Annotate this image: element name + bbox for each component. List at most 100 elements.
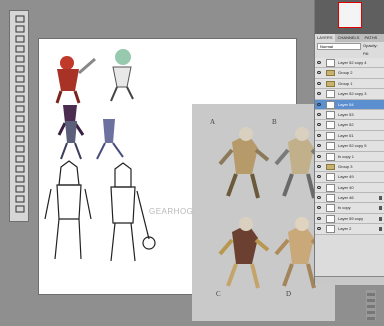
variant-label-d: D: [286, 290, 292, 298]
visibility-eye-icon[interactable]: [317, 175, 321, 179]
tab-layers[interactable]: LAYERS: [315, 34, 335, 42]
layers-panel: LAYERS CHANNELS PATHS Normal Opacity: Fi…: [314, 0, 384, 285]
stamp-icon[interactable]: [14, 95, 26, 103]
heal-icon[interactable]: [14, 75, 26, 83]
navigator-thumbnail[interactable]: [338, 2, 362, 28]
layer-thumbnail: [326, 183, 335, 192]
visibility-eye-icon[interactable]: [317, 71, 321, 75]
visibility-eye-icon[interactable]: [317, 206, 321, 210]
layer-thumbnail: [326, 204, 335, 213]
visibility-eye-icon[interactable]: [317, 164, 321, 168]
variant-label-a: A: [210, 118, 216, 126]
gradient-icon[interactable]: [14, 125, 26, 133]
visibility-eye-icon[interactable]: [317, 92, 321, 96]
visibility-eye-icon[interactable]: [317, 144, 321, 148]
layer-thumbnail: [326, 142, 335, 151]
layer-row[interactable]: Layer 2: [315, 224, 384, 235]
layer-name: Layer 52 copy 3: [338, 91, 367, 97]
watermark-text: GEARHOG: [149, 207, 194, 216]
layer-thumbnail: [326, 214, 335, 223]
opacity-label: Opacity:: [363, 43, 378, 48]
layer-row[interactable]: Layer 53: [315, 109, 384, 121]
visibility-eye-icon[interactable]: [317, 81, 321, 85]
pen-icon[interactable]: [14, 155, 26, 163]
layer-row[interactable]: fx copy: [315, 203, 384, 214]
layer-row[interactable]: Layer 52: [315, 120, 384, 131]
document-canvas[interactable]: A B C D GEARHOG: [38, 38, 335, 321]
brush-icon[interactable]: [14, 85, 26, 93]
hand-icon[interactable]: [14, 195, 26, 203]
layer-row[interactable]: Layer 40: [315, 182, 384, 194]
layer-row[interactable]: Layer 52 copy 3: [315, 89, 384, 100]
layer-name: Layer 46: [338, 195, 354, 201]
move-icon[interactable]: [14, 15, 26, 23]
layer-list: Layer 52 copy 4 Group 2 Group 1 Layer 52 co…: [315, 58, 384, 235]
layer-name: Layer 53: [338, 111, 354, 117]
dodge-icon[interactable]: [14, 145, 26, 153]
layer-thumbnail: [326, 131, 335, 140]
layer-name: fx copy: [338, 205, 351, 211]
layer-name: Layer 59 copy: [338, 215, 364, 221]
eyedropper-icon[interactable]: [14, 65, 26, 73]
visibility-eye-icon[interactable]: [317, 216, 321, 220]
shape-icon[interactable]: [14, 185, 26, 193]
layer-row[interactable]: Layer 52 copy 5: [315, 141, 384, 152]
layer-name: Group 3: [338, 163, 353, 169]
layer-thumbnail: [326, 100, 335, 109]
eraser-icon[interactable]: [14, 115, 26, 123]
lock-icon: [379, 196, 382, 201]
quick-select-icon[interactable]: [14, 45, 26, 53]
layer-row[interactable]: Group 2: [315, 68, 384, 79]
visibility-eye-icon[interactable]: [317, 185, 321, 189]
layer-row[interactable]: Layer 52 copy 4: [315, 58, 384, 69]
layer-name: Group 1: [338, 80, 353, 86]
layer-name: Layer 51: [338, 132, 354, 138]
layer-row[interactable]: Layer 54: [315, 99, 384, 110]
blur-icon[interactable]: [14, 135, 26, 143]
lock-icon: [379, 216, 382, 221]
zoom-icon[interactable]: [14, 205, 26, 213]
layer-name: Layer 54: [338, 101, 354, 107]
visibility-eye-icon[interactable]: [317, 123, 321, 127]
lock-icon: [379, 227, 382, 232]
path-select-icon[interactable]: [14, 175, 26, 183]
visibility-eye-icon[interactable]: [317, 133, 321, 137]
visibility-eye-icon[interactable]: [317, 112, 321, 116]
layer-row[interactable]: Layer 51: [315, 130, 384, 142]
lineart-front: [44, 160, 92, 260]
layer-row[interactable]: Group 3: [315, 161, 384, 173]
folder-icon: [326, 163, 335, 170]
layer-row[interactable]: Layer 59 copy: [315, 213, 384, 225]
marquee-icon[interactable]: [14, 25, 26, 33]
layer-row[interactable]: Group 1: [315, 78, 384, 90]
layer-row[interactable]: fx copy 1: [315, 151, 384, 162]
lasso-icon[interactable]: [14, 35, 26, 43]
layer-row[interactable]: Layer 46: [315, 193, 384, 204]
crop-icon[interactable]: [14, 55, 26, 63]
folder-icon: [326, 80, 335, 87]
visibility-eye-icon[interactable]: [317, 196, 321, 200]
variant-label-b: B: [272, 118, 277, 126]
variant-label-c: C: [216, 290, 221, 298]
folder-icon: [326, 70, 335, 77]
history-brush-icon[interactable]: [14, 105, 26, 113]
tab-channels[interactable]: CHANNELS: [336, 34, 362, 42]
layer-row[interactable]: Layer 49: [315, 172, 384, 183]
navigator-panel: [315, 0, 384, 34]
white-warrior-sketch: [110, 49, 134, 102]
visibility-eye-icon[interactable]: [317, 154, 321, 158]
tools-panel: [9, 10, 29, 222]
layers-footer: [315, 276, 384, 285]
visibility-eye-icon[interactable]: [317, 61, 321, 64]
layer-thumbnail: [326, 173, 335, 182]
tab-paths[interactable]: PATHS: [363, 34, 380, 42]
layer-name: Group 2: [338, 70, 353, 76]
layer-thumbnail: [326, 225, 335, 234]
visibility-eye-icon[interactable]: [317, 102, 321, 106]
visibility-eye-icon[interactable]: [317, 227, 321, 231]
blend-mode-select[interactable]: Normal: [317, 43, 361, 50]
type-icon[interactable]: [14, 165, 26, 173]
blue-knight-sketch: [60, 119, 124, 160]
fill-label: Fill:: [363, 51, 370, 56]
scrollbar-stub[interactable]: [366, 290, 376, 320]
